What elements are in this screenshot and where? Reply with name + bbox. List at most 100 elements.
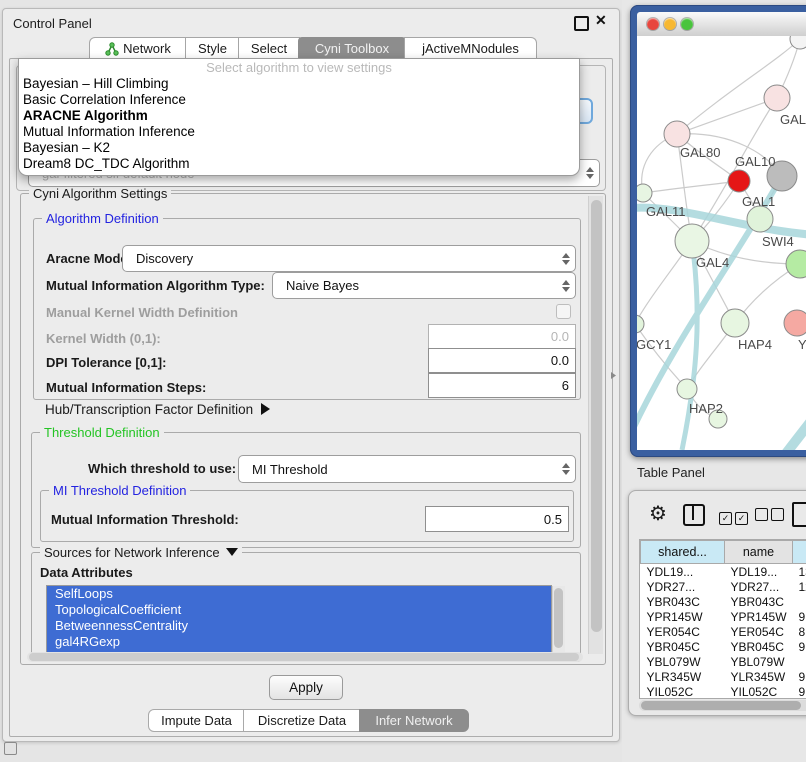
manual-kernel-checkbox[interactable] (556, 304, 571, 319)
table-row[interactable]: YIL052CYIL052C9 (641, 684, 806, 699)
dpi-tolerance-field[interactable]: 0.0 (428, 348, 576, 373)
tab-select[interactable]: Select (238, 37, 300, 59)
mi-steps-label: Mutual Information Steps: (46, 380, 206, 395)
network-node[interactable] (728, 170, 750, 192)
mi-threshold-label: Mutual Information Threshold: (51, 512, 239, 527)
mi-threshold-fieldset: MI Threshold Definition Mutual Informati… (40, 490, 574, 542)
network-window-titlebar[interactable] (637, 12, 806, 37)
popup-item[interactable]: Dream8 DC_TDC Algorithm (19, 156, 579, 172)
table-panel-title: Table Panel (637, 465, 705, 480)
mi-type-label: Mutual Information Algorithm Type: (46, 278, 265, 293)
node-label: SWI4 (762, 234, 794, 249)
network-node[interactable] (664, 121, 690, 147)
settings-hscrollbar[interactable] (27, 652, 583, 662)
mac-close-button[interactable] (647, 18, 659, 30)
network-node[interactable] (747, 206, 773, 232)
network-node[interactable] (637, 184, 652, 202)
settings-vscrollbar-thumb[interactable] (591, 200, 602, 632)
table-hscrollbar[interactable] (639, 700, 806, 711)
tab-discretize-data[interactable]: Discretize Data (243, 709, 361, 732)
mac-zoom-button[interactable] (681, 18, 693, 30)
table-row[interactable]: YBL079WYBL079W (641, 654, 806, 669)
list-item[interactable]: BetweennessCentrality (47, 618, 551, 634)
mi-type-combo[interactable]: Naive Bayes (272, 272, 576, 299)
table-row[interactable]: YDR27...YDR27...12 (641, 579, 806, 594)
new-document-icon[interactable] (792, 502, 806, 527)
tab-label: Cyni Toolbox (315, 41, 389, 56)
popup-item[interactable]: Mutual Information Inference (19, 124, 579, 140)
list-item[interactable]: TopologicalCoefficient (47, 602, 551, 618)
popup-prompt: Select algorithm to view settings (19, 59, 579, 76)
settings-hscrollbar-thumb[interactable] (29, 653, 579, 661)
mi-threshold-field[interactable]: 0.5 (425, 506, 569, 532)
unchecked-box-icon (755, 508, 768, 521)
aracne-mode-combo[interactable]: Discovery (122, 245, 576, 272)
network-canvas[interactable]: GAL GAL80 GAL10 GAL11 GAL1 SWI4 GAL4 GCY… (637, 36, 806, 450)
settings-vscrollbar[interactable] (588, 196, 603, 654)
column-header-partial[interactable] (793, 541, 806, 564)
sources-fieldset: Sources for Network Inference Data Attri… (31, 552, 581, 662)
mi-steps-value: 6 (562, 378, 575, 393)
table-row[interactable]: YBR043CYBR043C (641, 594, 806, 609)
tab-jactivemnodules[interactable]: jActiveMNodules (404, 37, 537, 59)
sources-toggle[interactable]: Sources for Network Inference (40, 545, 242, 560)
column-header-shared-name[interactable]: shared... (641, 541, 725, 564)
node-label: Y (798, 337, 806, 352)
table-row[interactable]: YER054CYER054C8. (641, 624, 806, 639)
list-vscrollbar-thumb[interactable] (554, 588, 563, 648)
algorithm-popup: Select algorithm to view settings Bayesi… (18, 58, 580, 176)
popup-item[interactable]: Basic Correlation Inference (19, 92, 579, 108)
control-panel-window: Control Panel ✕ Network Style Select Cyn… (2, 8, 620, 742)
apply-button[interactable]: Apply (269, 675, 343, 700)
tab-label: jActiveMNodules (422, 41, 519, 56)
network-node[interactable] (764, 85, 790, 111)
mac-minimize-button[interactable] (664, 18, 676, 30)
network-node[interactable] (677, 379, 697, 399)
tab-infer-network[interactable]: Infer Network (359, 709, 469, 732)
table-hscrollbar-thumb[interactable] (641, 701, 801, 710)
mi-steps-field[interactable]: 6 (428, 373, 576, 398)
tab-label: Impute Data (161, 713, 232, 728)
which-threshold-value: MI Threshold (239, 462, 557, 477)
table-row[interactable]: YDL19...YDL19...13 (641, 564, 806, 580)
split-columns-icon[interactable] (683, 504, 705, 526)
network-node[interactable] (721, 309, 749, 337)
list-item[interactable]: SelfLoops (47, 586, 551, 602)
network-node[interactable] (637, 315, 644, 333)
node-label: HAP2 (689, 401, 723, 416)
float-window-icon[interactable] (574, 16, 589, 31)
checked-box-icon: ✓ (735, 512, 748, 525)
table-row[interactable]: YPR145WYPR145W9. (641, 609, 806, 624)
data-attributes-list[interactable]: SelfLoops TopologicalCoefficient Between… (46, 585, 552, 655)
fieldset-title: MI Threshold Definition (49, 483, 190, 498)
popup-item[interactable]: Bayesian – Hill Climbing (19, 76, 579, 92)
tab-network[interactable]: Network (89, 37, 187, 59)
network-node[interactable] (784, 310, 806, 336)
hub-definition-toggle[interactable]: Hub/Transcription Factor Definition (45, 402, 270, 417)
tab-style[interactable]: Style (185, 37, 240, 59)
popup-item-selected[interactable]: ARACNE Algorithm (19, 108, 579, 124)
which-threshold-combo[interactable]: MI Threshold (238, 455, 576, 483)
network-node[interactable] (786, 250, 806, 278)
list-item[interactable]: gal4RGexp (47, 634, 551, 650)
table-row[interactable]: YBR045CYBR045C9. (641, 639, 806, 654)
dpi-tolerance-value: 0.0 (551, 353, 575, 368)
network-node[interactable] (675, 224, 709, 258)
combo-spinner-icon (557, 253, 575, 265)
column-header-name[interactable]: name (725, 541, 793, 564)
minimized-panel-icon[interactable] (4, 742, 17, 755)
tab-cyni-toolbox[interactable]: Cyni Toolbox (298, 37, 406, 59)
clear-checkboxes-icon[interactable] (755, 508, 784, 526)
table-row[interactable]: YLR345WYLR345W9. (641, 669, 806, 684)
list-vscrollbar[interactable] (552, 586, 565, 652)
node-label: GAL (780, 112, 806, 127)
tab-impute-data[interactable]: Impute Data (148, 709, 245, 732)
gear-icon[interactable]: ⚙ (649, 504, 667, 524)
kernel-width-field[interactable]: 0.0 (428, 324, 576, 349)
select-checkboxes-icon[interactable]: ✓✓ (719, 508, 748, 526)
node-label: GAL11 (646, 204, 686, 219)
close-window-icon[interactable]: ✕ (595, 12, 607, 29)
unchecked-box-icon (771, 508, 784, 521)
network-node[interactable] (790, 36, 806, 49)
popup-item[interactable]: Bayesian – K2 (19, 140, 579, 156)
